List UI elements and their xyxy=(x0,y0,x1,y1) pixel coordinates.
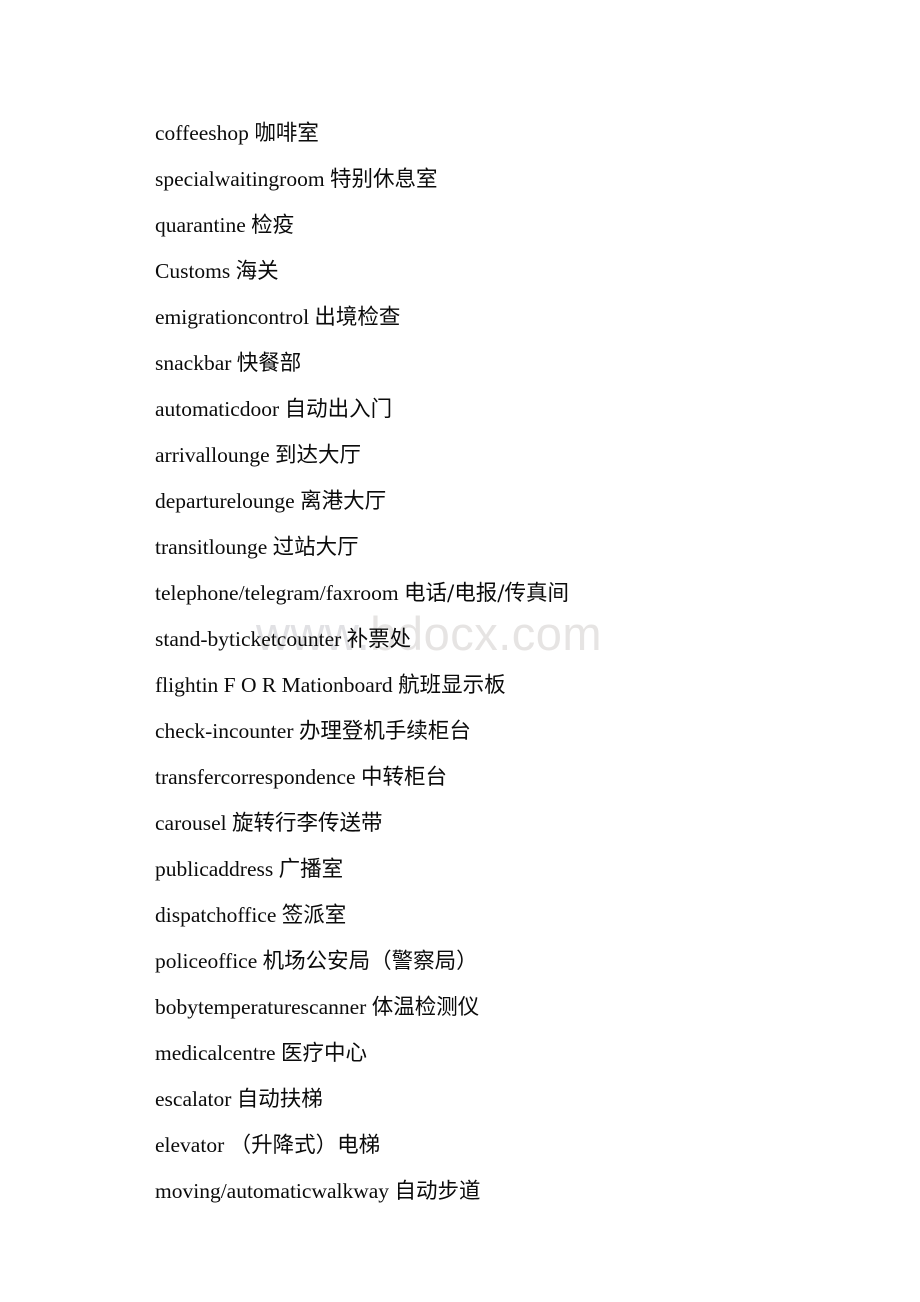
term-english: coffeeshop xyxy=(155,121,249,145)
term-chinese-gloss: 出境检查 xyxy=(314,305,401,330)
vocabulary-line: snackbar 快餐部 xyxy=(155,340,855,386)
term-english: check-incounter xyxy=(155,719,294,743)
term-chinese-gloss: 签派室 xyxy=(281,903,347,928)
document-page: www. bdocx.com coffeeshop 咖啡室 specialwaiti… xyxy=(0,0,920,1302)
term-chinese-gloss: 海关 xyxy=(235,259,279,284)
term-english: Customs xyxy=(155,259,231,283)
vocabulary-line: policeoffice 机场公安局（警察局） xyxy=(155,938,855,984)
term-chinese-gloss: 广播室 xyxy=(278,857,344,882)
vocabulary-line: moving/automaticwalkway 自动步道 xyxy=(155,1168,855,1214)
term-chinese-gloss: 航班显示板 xyxy=(398,673,506,698)
term-chinese-gloss: 自动步道 xyxy=(394,1179,481,1204)
vocabulary-line: carousel 旋转行李传送带 xyxy=(155,800,855,846)
term-chinese-gloss: 医疗中心 xyxy=(280,1041,367,1066)
vocabulary-line: Customs 海关 xyxy=(155,248,855,294)
term-chinese-gloss: 过站大厅 xyxy=(272,535,359,560)
term-chinese-gloss: 到达大厅 xyxy=(275,443,362,468)
term-chinese-gloss: 旋转行李传送带 xyxy=(232,811,383,836)
term-english: policeoffice xyxy=(155,949,258,973)
term-english: elevator xyxy=(155,1133,225,1157)
term-chinese-gloss: 电话/电报/传真间 xyxy=(403,581,569,606)
vocabulary-line: arrivallounge 到达大厅 xyxy=(155,432,855,478)
vocabulary-line: coffeeshop 咖啡室 xyxy=(155,110,855,156)
term-chinese-gloss: （升降式）电梯 xyxy=(229,1133,381,1158)
term-english: medicalcentre xyxy=(155,1041,276,1065)
term-chinese-gloss: 机场公安局（警察局） xyxy=(262,949,478,974)
term-english: carousel xyxy=(155,811,227,835)
term-english: escalator xyxy=(155,1087,232,1111)
term-english: transfercorrespondence xyxy=(155,765,356,789)
term-chinese-gloss: 体温检测仪 xyxy=(371,995,480,1020)
vocabulary-line: telephone/telegram/faxroom 电话/电报/传真间 xyxy=(155,570,855,616)
term-english: specialwaitingroom xyxy=(155,167,325,191)
vocabulary-line: elevator （升降式）电梯 xyxy=(155,1122,855,1168)
term-english: automaticdoor xyxy=(155,397,280,421)
term-english: arrivallounge xyxy=(155,443,270,467)
term-chinese-gloss: 自动扶梯 xyxy=(236,1087,323,1112)
term-english: publicaddress xyxy=(155,857,274,881)
term-chinese-gloss: 离港大厅 xyxy=(300,489,387,514)
vocabulary-line: transitlounge 过站大厅 xyxy=(155,524,855,570)
term-english: bobytemperaturescanner xyxy=(155,995,367,1019)
term-chinese-gloss: 特别休息室 xyxy=(329,167,438,192)
vocabulary-line: escalator 自动扶梯 xyxy=(155,1076,855,1122)
document-text-body: coffeeshop 咖啡室 specialwaitingroom 特别休息室 qu… xyxy=(155,110,855,1214)
vocabulary-line: specialwaitingroom 特别休息室 xyxy=(155,156,855,202)
vocabulary-line: transfercorrespondence 中转柜台 xyxy=(155,754,855,800)
vocabulary-line: check-incounter 办理登机手续柜台 xyxy=(155,708,855,754)
term-chinese-gloss: 检疫 xyxy=(251,213,295,238)
vocabulary-line: emigrationcontrol 出境检查 xyxy=(155,294,855,340)
term-english: snackbar xyxy=(155,351,232,375)
term-chinese-gloss: 办理登机手续柜台 xyxy=(298,719,471,744)
term-english: emigrationcontrol xyxy=(155,305,310,329)
vocabulary-line: stand-byticketcounter 补票处 xyxy=(155,616,855,662)
vocabulary-line: flightin F O R Mationboard 航班显示板 xyxy=(155,662,855,708)
term-english: telephone/telegram/faxroom xyxy=(155,581,399,605)
term-english: departurelounge xyxy=(155,489,295,513)
vocabulary-line: automaticdoor 自动出入门 xyxy=(155,386,855,432)
term-chinese-gloss: 自动出入门 xyxy=(284,397,393,422)
term-english: stand-byticketcounter xyxy=(155,627,342,651)
term-chinese-gloss: 咖啡室 xyxy=(254,121,319,146)
vocabulary-line: dispatchoffice 签派室 xyxy=(155,892,855,938)
term-english: moving/automaticwalkway xyxy=(155,1179,390,1203)
vocabulary-line: medicalcentre 医疗中心 xyxy=(155,1030,855,1076)
term-english: quarantine xyxy=(155,213,246,237)
term-english: flightin F O R Mationboard xyxy=(155,673,393,697)
term-chinese-gloss: 补票处 xyxy=(346,627,412,652)
vocabulary-line: departurelounge 离港大厅 xyxy=(155,478,855,524)
term-english: dispatchoffice xyxy=(155,903,277,927)
term-english: transitlounge xyxy=(155,535,268,559)
term-chinese-gloss: 中转柜台 xyxy=(360,765,447,790)
vocabulary-line: publicaddress 广播室 xyxy=(155,846,855,892)
term-chinese-gloss: 快餐部 xyxy=(236,351,302,376)
vocabulary-line: quarantine 检疫 xyxy=(155,202,855,248)
vocabulary-line: bobytemperaturescanner 体温检测仪 xyxy=(155,984,855,1030)
